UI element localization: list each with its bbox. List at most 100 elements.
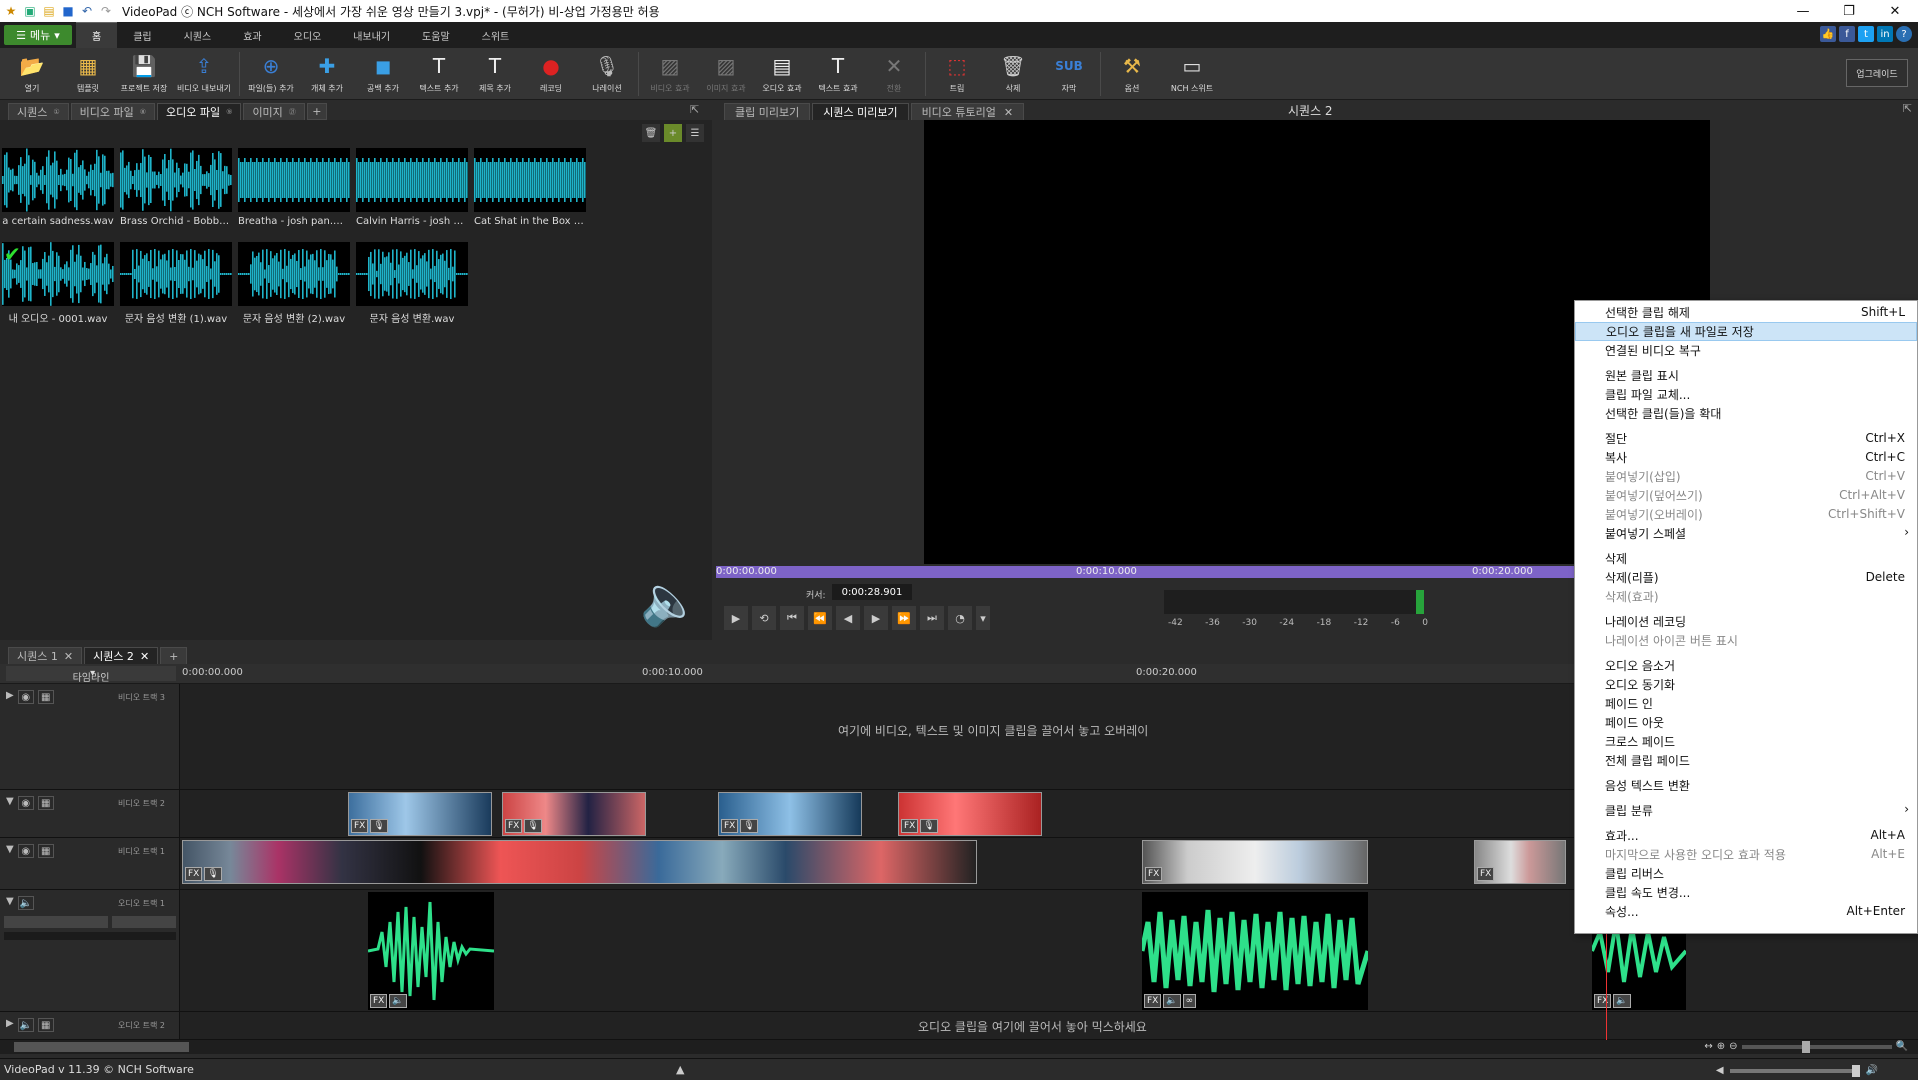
audio-effects-button[interactable]: ▤ 오디오 효과 <box>754 48 810 100</box>
context-menu-item[interactable]: 오디오 클립을 새 파일로 저장 <box>1575 322 1917 341</box>
context-menu-item[interactable]: 클립 파일 교체... <box>1575 385 1917 404</box>
zoom-slider[interactable] <box>1741 1040 1892 1053</box>
audio-file-clip[interactable]: 문자 음성 변환 (2).wav <box>238 242 350 325</box>
fx-badge[interactable]: FX <box>901 819 919 833</box>
track-options-icon[interactable]: ▦ <box>37 844 54 858</box>
add-blank-button[interactable]: ◼ 공백 추가 <box>355 48 411 100</box>
context-menu-item[interactable]: 복사 Ctrl+C <box>1575 448 1917 467</box>
volume-thumb[interactable] <box>1851 1064 1860 1077</box>
video-clip[interactable]: FX 🎙 <box>182 840 977 884</box>
context-menu-item[interactable]: 붙여넣기 스페셜 › <box>1575 524 1917 543</box>
add-sequence-button[interactable]: + <box>160 647 188 664</box>
context-menu-item[interactable]: 선택한 클립(들)을 확대 <box>1575 404 1917 423</box>
speaker-icon[interactable]: 🔊 <box>1866 1065 1878 1076</box>
open-button[interactable]: 📂 열기 <box>4 48 60 100</box>
audio-file-clip[interactable]: 문자 음성 변환 (1).wav <box>120 242 232 325</box>
close-icon[interactable]: ✕ <box>140 650 149 663</box>
speaker-icon[interactable]: 🔈 <box>17 896 34 910</box>
minimize-button[interactable]: — <box>1780 0 1826 22</box>
audio-file-clip[interactable]: Calvin Harris - josh p... <box>356 148 468 227</box>
context-menu-item[interactable]: 클립 분류 › <box>1575 801 1917 820</box>
video-clip[interactable]: FX 🎙 <box>898 792 1042 836</box>
play-icon[interactable]: ▶ <box>724 606 748 630</box>
tab-effects[interactable]: 효과 <box>227 22 277 48</box>
tab-clip-preview[interactable]: 클립 미리보기 <box>724 103 811 120</box>
cursor-time-field[interactable]: 0:00:28.901 <box>832 584 912 600</box>
context-menu-item[interactable]: 나레이션 레코딩 <box>1575 612 1917 631</box>
next-frame-icon[interactable]: ⏩ <box>892 606 916 630</box>
close-icon[interactable]: ✕ <box>64 650 73 663</box>
context-menu-item[interactable]: 선택한 클립 해제 Shift+L <box>1575 303 1917 322</box>
speaker-icon[interactable]: 🔈 <box>1163 994 1181 1008</box>
video-clip[interactable]: FX 🎙 <box>718 792 862 836</box>
step-forward-icon[interactable]: ▶ <box>864 606 888 630</box>
zoom-slider-thumb[interactable] <box>1801 1040 1810 1053</box>
subtitle-button[interactable]: SUB 자막 <box>1041 48 1097 100</box>
skip-end-icon[interactable]: ⏭ <box>920 606 944 630</box>
save-project-button[interactable]: 💾 프로젝트 저장 <box>116 48 172 100</box>
collapse-icon[interactable]: ▼ <box>6 796 14 810</box>
context-menu-item[interactable]: 연결된 비디오 복구 <box>1575 341 1917 360</box>
tab-home[interactable]: 홈 <box>76 22 118 48</box>
expand-icon[interactable]: ▶ <box>6 1018 14 1032</box>
fx-badge[interactable]: FX <box>1145 867 1163 881</box>
step-back-icon[interactable]: ◀ <box>836 606 860 630</box>
audio-clip[interactable]: FX 🔈 <box>368 892 494 1010</box>
track-pan-slider[interactable] <box>112 916 176 928</box>
restore-button[interactable]: ❐ <box>1826 0 1872 22</box>
tab-sequence-1[interactable]: 시퀀스 1 ✕ <box>8 647 83 664</box>
record-button[interactable]: ● 레코딩 <box>523 48 579 100</box>
tab-help[interactable]: 도움말 <box>406 22 466 48</box>
add-object-button[interactable]: ✚ 개체 추가 <box>299 48 355 100</box>
zoom-in-icon[interactable]: ⊕ <box>1717 1041 1725 1052</box>
linkedin-icon[interactable]: in <box>1877 26 1893 42</box>
undo-icon[interactable]: ↶ <box>79 3 95 19</box>
eye-icon[interactable]: ◉ <box>17 690 34 704</box>
audio-file-clip[interactable]: Cat Shat in the Box - J... <box>474 148 586 227</box>
speaker-icon[interactable]: 🔈 <box>389 994 407 1008</box>
context-menu-item[interactable]: 클립 리버스 <box>1575 864 1917 883</box>
close-button[interactable]: ✕ <box>1872 0 1918 22</box>
tab-suite[interactable]: 스위트 <box>466 22 526 48</box>
fx-badge[interactable]: FX <box>351 819 369 833</box>
template-button[interactable]: ▦ 템플릿 <box>60 48 116 100</box>
tab-images[interactable]: 이미지 ㉑ <box>243 103 305 120</box>
audio-clip[interactable]: FX 🔈 ∞ <box>1142 892 1368 1010</box>
add-title-button[interactable]: T 제목 추가 <box>467 48 523 100</box>
like-icon[interactable]: 👍 <box>1820 26 1836 42</box>
folder-add-icon[interactable]: + <box>664 124 682 142</box>
scrollbar-thumb[interactable] <box>14 1042 189 1052</box>
image-effects-button[interactable]: ▨ 이미지 효과 <box>698 48 754 100</box>
mic-icon[interactable]: 🎙 <box>740 819 758 833</box>
tab-sequences[interactable]: 시퀀스 ① <box>8 103 69 120</box>
magnify-icon[interactable]: 🔍 <box>1896 1041 1908 1052</box>
eye-icon[interactable]: ◉ <box>17 796 34 810</box>
mic-icon[interactable]: 🎙 <box>920 819 938 833</box>
fx-badge[interactable]: FX <box>505 819 523 833</box>
mic-icon[interactable]: 🎙 <box>370 819 388 833</box>
track-volume-slider[interactable] <box>4 916 108 928</box>
context-menu-item[interactable]: 효과... Alt+A <box>1575 826 1917 845</box>
timeline-scrollbar[interactable] <box>0 1040 1918 1054</box>
fx-badge[interactable]: FX <box>721 819 739 833</box>
tab-sequence-2[interactable]: 시퀀스 2 ✕ <box>84 647 159 664</box>
speaker-icon[interactable]: 🔈 <box>1613 994 1631 1008</box>
context-menu-item[interactable]: 페이드 아웃 <box>1575 713 1917 732</box>
track-options-icon[interactable]: ▦ <box>37 796 54 810</box>
tab-video-files[interactable]: 비디오 파일 ⑧ <box>70 103 156 120</box>
add-files-button[interactable]: ⊕ 파일(들) 추가 <box>243 48 299 100</box>
prev-frame-icon[interactable]: ⏪ <box>808 606 832 630</box>
eye-icon[interactable]: ◉ <box>17 844 34 858</box>
list-view-icon[interactable]: ☰ <box>686 124 704 142</box>
tab-audio-files[interactable]: 오디오 파일 ⑨ <box>157 103 242 120</box>
fx-badge[interactable]: FX <box>185 867 203 881</box>
track-options-icon[interactable]: ▦ <box>37 1018 54 1032</box>
add-bin-button[interactable]: + <box>306 103 327 120</box>
expand-icon[interactable]: ▶ <box>6 690 14 704</box>
context-menu-item[interactable]: 원본 클립 표시 <box>1575 366 1917 385</box>
context-menu-item[interactable]: 크로스 페이드 <box>1575 732 1917 751</box>
timeline-mode-dropdown[interactable]: 타임라인 ▾ <box>6 666 176 684</box>
link-icon[interactable]: ∞ <box>1182 994 1197 1008</box>
close-icon[interactable]: ✕ <box>1004 106 1013 119</box>
fx-badge[interactable]: FX <box>1144 994 1162 1008</box>
